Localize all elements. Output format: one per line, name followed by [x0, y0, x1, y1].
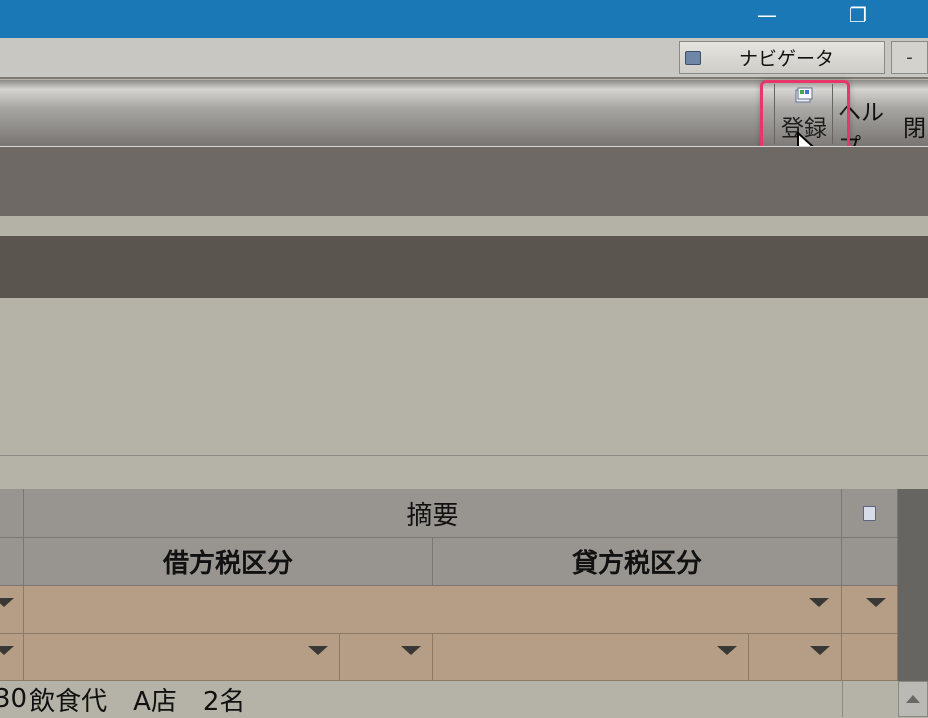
chevron-down-icon: [810, 646, 830, 655]
memo-select[interactable]: [842, 586, 898, 634]
navigator-icon: [685, 50, 701, 65]
summary-header-label: 摘要: [406, 500, 459, 531]
form-area: [0, 298, 928, 454]
chevron-down-icon: [308, 646, 328, 655]
grid-header-left: [0, 489, 24, 538]
restore-button[interactable]: ❐: [836, 0, 880, 30]
memo-icon: [863, 505, 876, 521]
left-dropdown-cell[interactable]: [0, 586, 24, 634]
row3-right-cell: [842, 681, 898, 717]
row2-right-cell: [842, 634, 898, 681]
chevron-down-icon: [0, 646, 14, 655]
dark-band: [0, 236, 928, 298]
credit-tax-select[interactable]: [433, 634, 749, 681]
chevron-down-icon: [0, 598, 14, 607]
summary-entry-row[interactable]: 30 飲食代 A店 2名: [0, 681, 842, 717]
restore-icon: ❐: [849, 3, 867, 27]
chevron-down-icon: [717, 646, 737, 655]
left-dropdown-cell-2[interactable]: [0, 634, 24, 681]
collapse-label: -: [906, 47, 913, 68]
grid-header-right-2: [842, 538, 898, 586]
debit-tax-select[interactable]: [24, 634, 340, 681]
scroll-up-button[interactable]: [898, 681, 928, 717]
row-prefix: 30: [0, 684, 28, 714]
minimize-button[interactable]: —: [745, 0, 789, 30]
chevron-down-icon: [866, 598, 886, 607]
chevron-up-icon: [906, 695, 920, 703]
navigator-label: ナビゲータ: [739, 48, 835, 70]
header-band: [0, 146, 928, 216]
debit-tax-rate-select[interactable]: [340, 634, 433, 681]
spacer-band: [0, 216, 928, 236]
close-icon: [903, 87, 921, 103]
chevron-down-icon: [809, 598, 829, 607]
credit-tax-rate-select[interactable]: [749, 634, 842, 681]
form-footer: [0, 455, 928, 489]
credit-tax-header: 貸方税区分: [433, 538, 842, 586]
grid-header-left-2: [0, 538, 24, 586]
navigator-button[interactable]: ナビゲータ: [679, 41, 885, 74]
summary-header: 摘要: [24, 489, 842, 538]
memo-header[interactable]: [842, 489, 898, 538]
summary-select[interactable]: [24, 586, 842, 634]
collapse-button[interactable]: -: [891, 41, 928, 74]
chevron-down-icon: [401, 646, 421, 655]
minimize-icon: —: [757, 3, 777, 27]
summary-entry-text: 飲食代 A店 2名: [29, 686, 246, 717]
debit-tax-header: 借方税区分: [24, 538, 433, 586]
close-button[interactable]: 閉: [903, 84, 928, 144]
close-label: 閉: [903, 116, 926, 142]
debit-tax-header-label: 借方税区分: [162, 549, 293, 579]
credit-tax-header-label: 貸方税区分: [571, 549, 702, 579]
